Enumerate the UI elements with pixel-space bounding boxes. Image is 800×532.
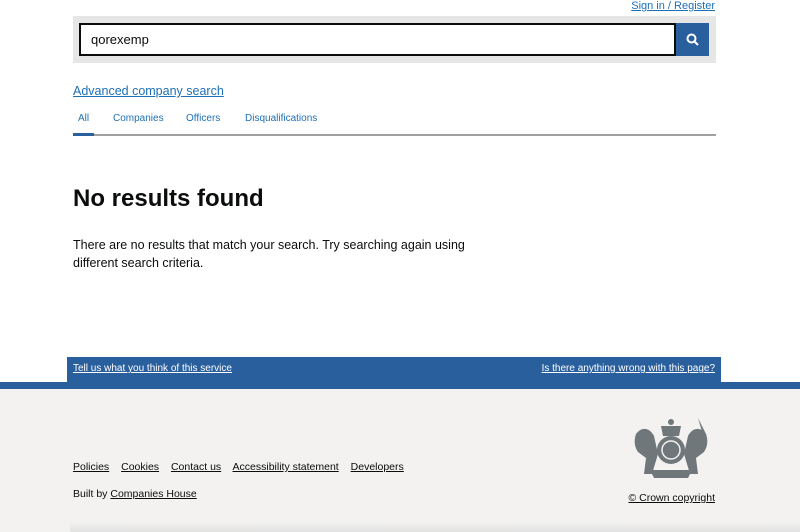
page-bottom-shadow — [70, 522, 800, 532]
tab-disqualifications[interactable]: Disqualifications — [245, 113, 317, 124]
no-results-message: There are no results that match your sea… — [73, 238, 465, 270]
feedback-banner: Tell us what you think of this service I… — [67, 357, 721, 383]
footer-link-contact[interactable]: Contact us — [171, 461, 221, 473]
footer-top-bar — [0, 382, 800, 389]
royal-coat-of-arms-icon — [634, 418, 708, 478]
footer-link-accessibility[interactable]: Accessibility statement — [233, 461, 339, 473]
footer-link-cookies[interactable]: Cookies — [121, 461, 159, 473]
tab-all[interactable]: All — [73, 113, 95, 136]
search-tabs: All Companies Officers Disqualifications — [73, 112, 716, 136]
footer-link-developers[interactable]: Developers — [351, 461, 404, 473]
crown-copyright-link[interactable]: © Crown copyright — [628, 492, 715, 504]
search-input[interactable]: qorexemp — [79, 23, 676, 56]
footer-link-policies[interactable]: Policies — [73, 461, 109, 473]
sign-in-register-link[interactable]: Sign in / Register — [631, 0, 715, 13]
search-icon — [686, 33, 699, 46]
tab-officers[interactable]: Officers — [186, 113, 220, 124]
report-problem-link[interactable]: Is there anything wrong with this page? — [542, 363, 715, 374]
advanced-company-search-link[interactable]: Advanced company search — [73, 84, 224, 98]
companies-house-link[interactable]: Companies House — [110, 488, 196, 500]
search-bar: qorexemp — [73, 16, 716, 63]
footer-links: Policies Cookies Contact us Accessibilit… — [73, 461, 413, 473]
built-by: Built by Companies House — [73, 488, 197, 500]
page-title: No results found — [73, 185, 264, 212]
footer: Policies Cookies Contact us Accessibilit… — [0, 389, 800, 532]
built-by-label: Built by — [73, 488, 108, 500]
search-button[interactable] — [676, 23, 709, 56]
tab-companies[interactable]: Companies — [113, 113, 164, 124]
feedback-link[interactable]: Tell us what you think of this service — [73, 363, 232, 374]
